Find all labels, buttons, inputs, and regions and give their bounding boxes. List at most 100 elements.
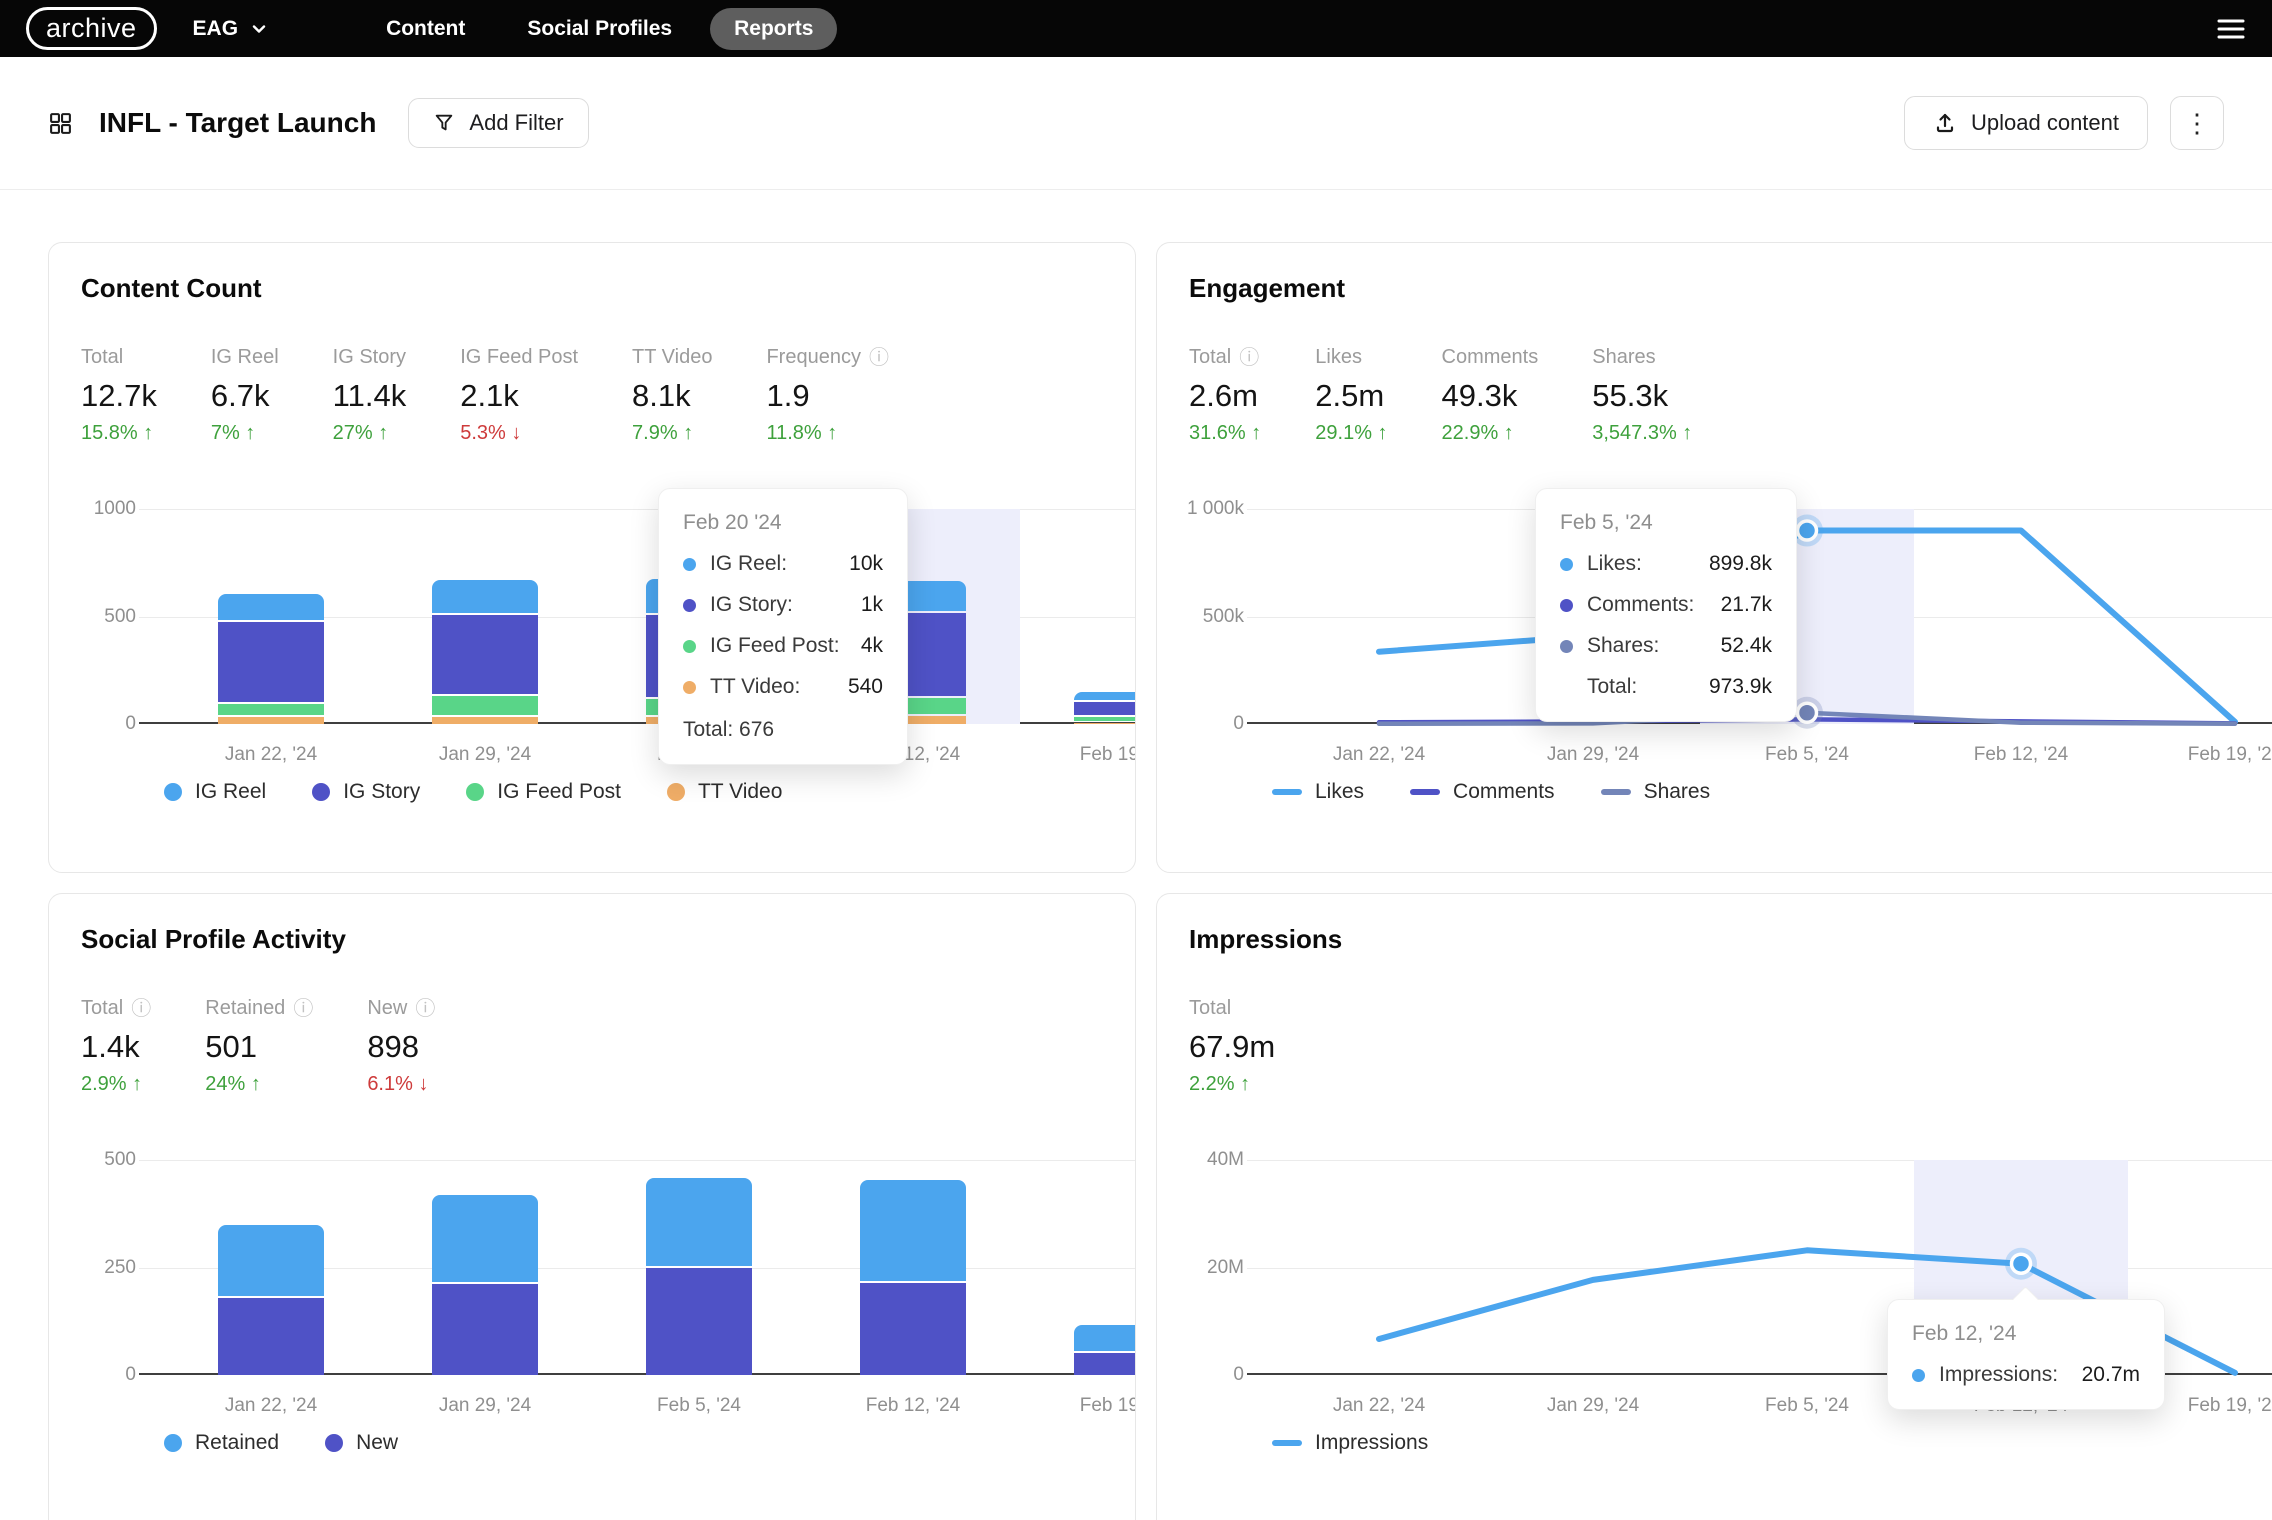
x-tick-label: Feb 5, '24	[1765, 1395, 1849, 1417]
tooltip-row-value: 540	[832, 675, 883, 699]
card-content-count: Content Count Total12.7k15.8% ↑IG Reel6.…	[48, 242, 1136, 873]
tooltip-date: Feb 20 '24	[683, 511, 883, 535]
tooltip-row-ig-story: IG Story:1k	[683, 593, 883, 617]
bar-feb-12-24[interactable]	[860, 1160, 966, 1375]
info-icon[interactable]: ⓘ	[1239, 348, 1259, 368]
legend-item-ig-reel[interactable]: IG Reel	[164, 780, 266, 804]
legend-item-comments[interactable]: Comments	[1410, 780, 1555, 804]
card-title: Content Count	[81, 273, 1103, 304]
nav-item-reports[interactable]: Reports	[710, 8, 837, 50]
stat-total: Totalⓘ2.6m31.6% ↑	[1189, 346, 1261, 445]
legend-item-tt-video[interactable]: TT Video	[667, 780, 782, 804]
stat-value: 6.7k	[211, 378, 279, 414]
bar-jan-22-24[interactable]	[218, 1160, 324, 1375]
tooltip-series-dot	[683, 599, 696, 612]
stats-row: Totalⓘ2.6m31.6% ↑Likes2.5m29.1% ↑Comment…	[1189, 346, 2272, 445]
x-axis-labels: Jan 22, '24Jan 29, '24Feb 5, '24Feb 12, …	[164, 744, 1136, 770]
tooltip-series-dot	[683, 640, 696, 653]
legend-item-new[interactable]: New	[325, 1431, 398, 1455]
stat-label-text: Shares	[1592, 346, 1655, 369]
bar-segment-new	[1074, 1353, 1136, 1375]
workspace-dropdown[interactable]: EAG	[193, 17, 271, 41]
tooltip-row-value: 899.8k	[1693, 552, 1772, 576]
x-tick-label: Feb 5, '24	[1765, 744, 1849, 766]
bar-feb-5-24[interactable]	[646, 1160, 752, 1375]
stat-label-text: Retained	[205, 997, 285, 1020]
y-tick-label: 1 000k	[1187, 498, 1244, 520]
stat-new: Newⓘ8986.1% ↓	[367, 997, 435, 1096]
stat-ig-feed-post: IG Feed Post2.1k5.3% ↓	[460, 346, 578, 445]
bar-segment-new	[860, 1283, 966, 1375]
data-point-impressions[interactable]	[2012, 1254, 2031, 1273]
archive-logo[interactable]: archive	[26, 7, 157, 50]
upload-content-button[interactable]: Upload content	[1904, 96, 2148, 150]
stat-label: Likes	[1315, 346, 1387, 369]
bar-feb-19-24[interactable]	[1074, 1160, 1136, 1375]
bar-jan-29-24[interactable]	[432, 1160, 538, 1375]
card-title: Engagement	[1189, 273, 2272, 304]
bar-segment-tt-video	[432, 717, 538, 724]
legend-label: Likes	[1315, 780, 1364, 804]
chart-legend: IG Reel IG Story IG Feed Post TT Video	[164, 780, 1103, 804]
stat-label: Total	[1189, 997, 1275, 1020]
info-icon[interactable]: ⓘ	[293, 999, 313, 1019]
stat-label: IG Story	[333, 346, 407, 369]
stat-delta: 5.3% ↓	[460, 422, 578, 445]
chevron-down-icon	[248, 18, 270, 40]
data-point-shares[interactable]	[1798, 703, 1817, 722]
tooltip-row-ig-feed-post: IG Feed Post:4k	[683, 634, 883, 658]
stat-label-text: Frequency	[766, 346, 861, 369]
bar-segment-tt-video	[1074, 723, 1136, 724]
tooltip-row-likes: Likes: 899.8k	[1560, 552, 1772, 576]
legend-item-likes[interactable]: Likes	[1272, 780, 1364, 804]
bar-segment-ig-reel	[1074, 692, 1136, 700]
chart-tooltip: Feb 5, '24Likes:899.8kComments:21.7kShar…	[1535, 488, 1797, 722]
stat-value: 2.6m	[1189, 378, 1261, 414]
nav-item-social-profiles[interactable]: Social Profiles	[503, 8, 696, 50]
y-tick-label: 0	[1233, 1364, 1244, 1386]
tooltip-row-label: Likes:	[1587, 552, 1642, 576]
nav-items: Content Social Profiles Reports	[362, 8, 837, 50]
plot-area	[164, 1160, 1136, 1375]
info-icon[interactable]: ⓘ	[131, 999, 151, 1019]
stat-value: 2.1k	[460, 378, 578, 414]
nav-item-content[interactable]: Content	[362, 8, 489, 50]
tooltip-date: Feb 12, '24	[1912, 1322, 2140, 1346]
legend-line-swatch	[1272, 789, 1302, 795]
legend-dot-swatch	[164, 1434, 182, 1452]
x-tick-label: Jan 29, '24	[439, 1395, 531, 1417]
x-tick-label: Jan 22, '24	[1333, 1395, 1425, 1417]
bar-feb-19-24[interactable]	[1074, 509, 1136, 724]
tooltip-row-label: IG Reel:	[710, 552, 787, 576]
legend-item-ig-story[interactable]: IG Story	[312, 780, 420, 804]
hamburger-menu-icon[interactable]	[2216, 17, 2246, 41]
legend-item-shares[interactable]: Shares	[1601, 780, 1711, 804]
stat-value: 898	[367, 1029, 435, 1065]
x-tick-label: Feb 12, '24	[866, 1395, 960, 1417]
x-tick-label: Feb 5, '24	[657, 1395, 741, 1417]
stat-label-text: IG Reel	[211, 346, 279, 369]
line-likes[interactable]	[1379, 531, 2235, 722]
bar-jan-29-24[interactable]	[432, 509, 538, 724]
data-point-likes[interactable]	[1798, 521, 1817, 540]
info-icon[interactable]: ⓘ	[415, 999, 435, 1019]
tooltip-series-dot	[1560, 640, 1573, 653]
tooltip-row-label: Comments:	[1587, 593, 1694, 617]
legend-item-retained[interactable]: Retained	[164, 1431, 279, 1455]
stat-ig-story: IG Story11.4k27% ↑	[333, 346, 407, 445]
legend-item-ig-feed-post[interactable]: IG Feed Post	[466, 780, 621, 804]
more-options-button[interactable]: ⋮	[2170, 96, 2224, 150]
legend-item-impressions[interactable]: Impressions	[1272, 1431, 1428, 1455]
bar-segment-ig-story	[1074, 702, 1136, 715]
stat-tt-video: TT Video8.1k7.9% ↑	[632, 346, 712, 445]
info-icon[interactable]: ⓘ	[869, 348, 889, 368]
tooltip-row-label: Total:	[1587, 675, 1637, 699]
bar-jan-22-24[interactable]	[218, 509, 324, 724]
add-filter-button[interactable]: Add Filter	[408, 98, 588, 148]
chart-tooltip: Feb 20 '24IG Reel:10kIG Story:1kIG Feed …	[658, 488, 908, 765]
y-axis: 40M20M0	[1189, 1160, 1244, 1375]
y-tick-label: 500k	[1203, 606, 1244, 628]
x-axis-labels: Jan 22, '24Jan 29, '24Feb 5, '24Feb 12, …	[164, 1395, 1136, 1421]
legend-label: IG Story	[343, 780, 420, 804]
stat-delta: 7% ↑	[211, 422, 279, 445]
